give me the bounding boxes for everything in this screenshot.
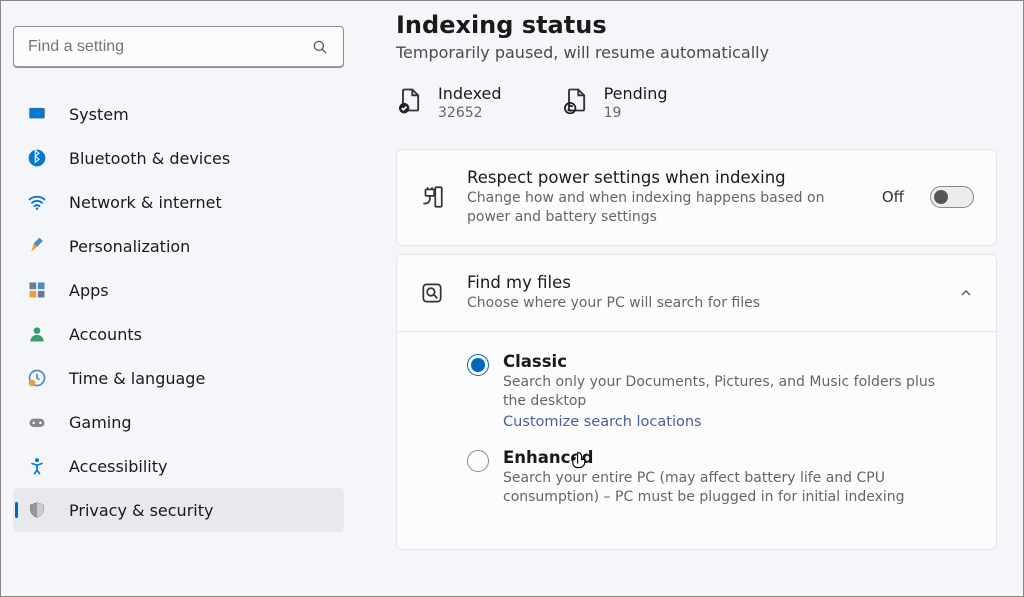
find-files-header[interactable]: Find my files Choose where your PC will … [397, 255, 996, 331]
option-classic-desc: Search only your Documents, Pictures, an… [503, 373, 953, 411]
sidebar-item-label: Apps [69, 281, 109, 300]
power-settings-card: Respect power settings when indexing Cha… [396, 149, 997, 246]
bluetooth-icon [27, 148, 47, 168]
power-desc: Change how and when indexing happens bas… [467, 189, 860, 227]
sidebar-item-label: Accessibility [69, 457, 167, 476]
sidebar-item-label: Bluetooth & devices [69, 149, 230, 168]
time-icon [27, 368, 47, 388]
chevron-up-icon [958, 285, 974, 301]
file-search-icon [419, 280, 445, 306]
option-enhanced-desc: Search your entire PC (may affect batter… [503, 469, 953, 507]
sidebar-item-accessibility[interactable]: Accessibility [13, 444, 344, 488]
sidebar-item-accounts[interactable]: Accounts [13, 312, 344, 356]
power-icon [419, 184, 445, 210]
sidebar-item-label: Network & internet [69, 193, 222, 212]
option-enhanced-title: Enhanced [503, 448, 953, 467]
sidebar-item-label: System [69, 105, 129, 124]
sidebar-item-personalization[interactable]: Personalization [13, 224, 344, 268]
power-title: Respect power settings when indexing [467, 168, 860, 187]
power-toggle-label: Off [882, 188, 904, 206]
sidebar-item-time[interactable]: Time & language [13, 356, 344, 400]
sidebar-item-label: Accounts [69, 325, 142, 344]
stat-pending-label: Pending [604, 84, 668, 103]
find-files-title: Find my files [467, 273, 936, 292]
accessibility-icon [27, 456, 47, 476]
privacy-icon [27, 500, 47, 520]
stats: Indexed 32652 Pending 19 [396, 84, 997, 121]
sidebar-item-label: Time & language [69, 369, 205, 388]
sidebar-item-system[interactable]: System [13, 92, 344, 136]
page-subtitle: Temporarily paused, will resume automati… [396, 43, 997, 62]
stat-indexed-label: Indexed [438, 84, 502, 103]
power-toggle[interactable] [930, 186, 974, 208]
sidebar-item-gaming[interactable]: Gaming [13, 400, 344, 444]
personalization-icon [27, 236, 47, 256]
search-input[interactable] [28, 38, 311, 56]
radio-enhanced[interactable] [467, 450, 489, 472]
nav: System Bluetooth & devices Network & int… [13, 92, 344, 532]
file-sync-icon [562, 86, 590, 114]
sidebar-item-bluetooth[interactable]: Bluetooth & devices [13, 136, 344, 180]
stat-pending: Pending 19 [562, 84, 668, 121]
stat-indexed: Indexed 32652 [396, 84, 502, 121]
sidebar-item-network[interactable]: Network & internet [13, 180, 344, 224]
stat-indexed-value: 32652 [438, 105, 502, 121]
file-check-icon [396, 86, 424, 114]
stat-pending-value: 19 [604, 105, 668, 121]
find-files-options: Classic Search only your Documents, Pict… [397, 332, 996, 550]
option-classic-title: Classic [503, 352, 953, 371]
sidebar: System Bluetooth & devices Network & int… [1, 1, 356, 596]
accounts-icon [27, 324, 47, 344]
find-files-desc: Choose where your PC will search for fil… [467, 294, 936, 313]
option-classic[interactable]: Classic Search only your Documents, Pict… [467, 352, 996, 431]
find-files-card: Find my files Choose where your PC will … [396, 254, 997, 550]
sidebar-item-privacy[interactable]: Privacy & security [13, 488, 344, 532]
system-icon [27, 104, 47, 124]
sidebar-item-label: Personalization [69, 237, 190, 256]
page-title: Indexing status [396, 11, 997, 39]
sidebar-item-apps[interactable]: Apps [13, 268, 344, 312]
gaming-icon [27, 412, 47, 432]
option-enhanced[interactable]: Enhanced Search your entire PC (may affe… [467, 448, 996, 507]
sidebar-item-label: Gaming [69, 413, 132, 432]
power-settings-row[interactable]: Respect power settings when indexing Cha… [397, 150, 996, 245]
main-content: Indexing status Temporarily paused, will… [356, 1, 1023, 596]
radio-classic[interactable] [467, 354, 489, 376]
sidebar-item-label: Privacy & security [69, 501, 213, 520]
network-icon [27, 192, 47, 212]
customize-locations-link[interactable]: Customize search locations [503, 414, 702, 430]
search-input-wrapper[interactable] [13, 26, 344, 68]
search-icon [311, 38, 329, 56]
apps-icon [27, 280, 47, 300]
